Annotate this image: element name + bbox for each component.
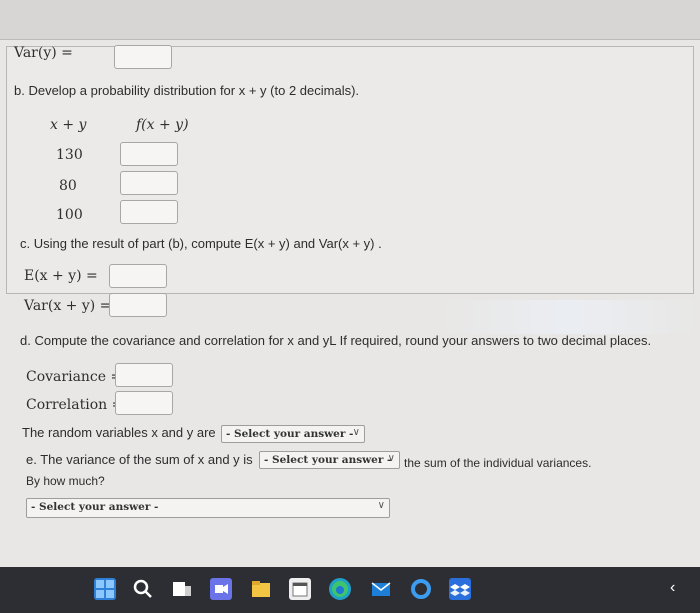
relation-select[interactable]: - Select your answer - ∨ [221, 425, 365, 443]
f-input-130[interactable] [120, 142, 178, 166]
e-xy-label: E(x + y) = [24, 268, 98, 284]
f-input-100[interactable] [120, 200, 178, 224]
e-xy-input[interactable] [109, 264, 167, 288]
correlation-input[interactable] [115, 391, 173, 415]
how-much-select-value: - Select your answer - [31, 501, 159, 513]
part-b-text: b. Develop a probability distribution fo… [14, 83, 360, 98]
chevron-left-icon[interactable]: ‹ [670, 579, 686, 601]
chat-icon[interactable] [210, 578, 232, 600]
mail-icon[interactable] [370, 578, 392, 600]
part-e-after-text: the sum of the individual variances. [404, 456, 592, 470]
part-c-text: c. Using the result of part (b), compute… [20, 236, 382, 251]
part-d-text: d. Compute the covariance and correlatio… [20, 333, 652, 348]
random-variables-text: The random variables x and y are [22, 425, 216, 440]
task-view-icon[interactable] [171, 578, 193, 600]
windows-icon[interactable] [94, 578, 116, 600]
relation-select-value: - Select your answer - [226, 428, 354, 440]
table-row-value: 80 [59, 178, 77, 194]
browser-top-area [0, 0, 700, 40]
var-y-input[interactable] [114, 45, 172, 69]
chevron-down-icon: ∨ [387, 453, 395, 464]
taskbar: ‹ [0, 567, 700, 613]
var-y-label: Var(y) = [14, 45, 73, 61]
chevron-down-icon: ∨ [377, 500, 385, 511]
how-much-text: By how much? [26, 474, 105, 488]
table-header-x-plus-y: x + y [50, 117, 87, 133]
cortana-icon[interactable] [410, 578, 432, 600]
var-xy-label: Var(x + y) = [24, 298, 112, 314]
file-explorer-icon[interactable] [250, 578, 272, 600]
variance-comparison-select[interactable]: - Select your answer - ∨ [259, 451, 400, 469]
variance-select-value: - Select your answer - [264, 454, 392, 466]
var-xy-input[interactable] [109, 293, 167, 317]
f-input-80[interactable] [120, 171, 178, 195]
chevron-down-icon: ∨ [352, 427, 360, 438]
calendar-icon[interactable] [289, 578, 311, 600]
table-row-value: 130 [56, 147, 83, 163]
correlation-label: Correlation = [26, 397, 124, 413]
part-e-text: e. The variance of the sum of x and y is [26, 452, 253, 467]
search-icon[interactable] [132, 578, 154, 600]
edge-icon[interactable] [329, 578, 351, 600]
covariance-label: Covariance = [26, 369, 123, 385]
dropbox-icon[interactable] [449, 578, 471, 600]
how-much-select[interactable]: - Select your answer - ∨ [26, 498, 390, 518]
table-row-value: 100 [56, 207, 83, 223]
table-header-f: f(x + y) [136, 117, 189, 133]
covariance-input[interactable] [115, 363, 173, 387]
